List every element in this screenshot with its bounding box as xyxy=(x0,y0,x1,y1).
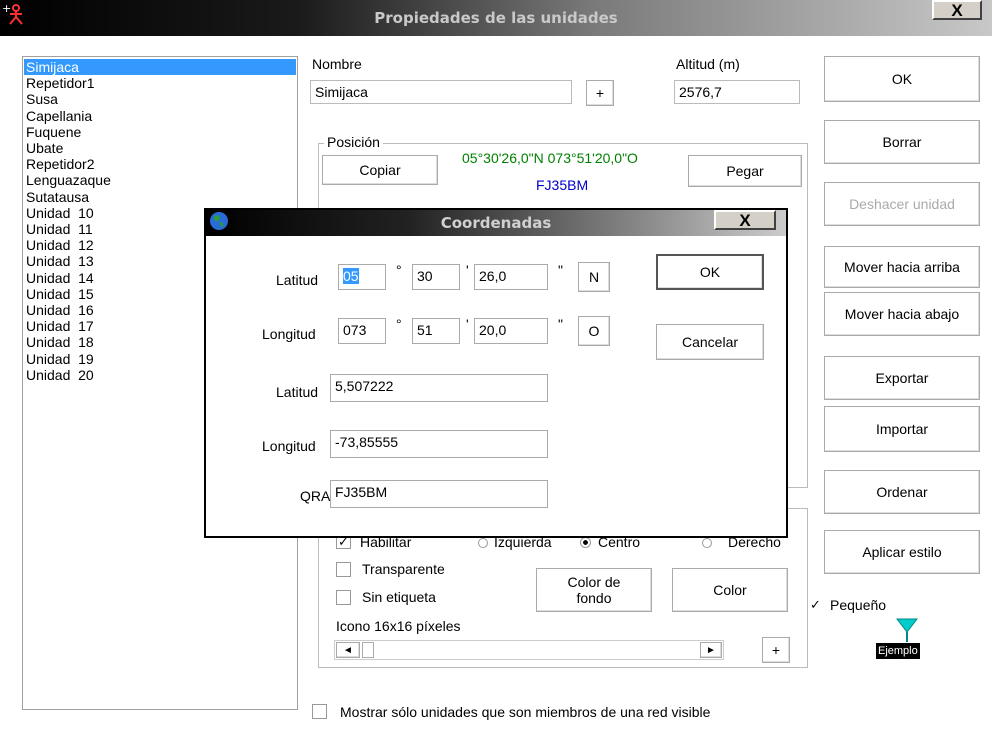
lat-sec-symbol: " xyxy=(558,262,563,278)
nombre-input[interactable]: Simijaca xyxy=(310,80,572,104)
sin-etiqueta-label: Sin etiqueta xyxy=(362,589,436,605)
lat-sec-input[interactable]: 26,0 xyxy=(474,264,548,290)
scroll-right-button[interactable]: ► xyxy=(700,642,722,658)
lon-deg-input[interactable]: 073 xyxy=(338,318,386,344)
icono-scrollbar[interactable] xyxy=(334,640,724,660)
lat-deg-input[interactable]: 05 xyxy=(338,264,386,290)
derecho-radio[interactable] xyxy=(702,538,712,548)
lon-min-input[interactable]: 51 xyxy=(412,318,460,344)
lat-hemisphere-button[interactable]: N xyxy=(578,262,610,292)
dialog-cancel-button[interactable]: Cancelar xyxy=(656,324,764,360)
lat-deg-symbol: ° xyxy=(396,262,402,278)
deshacer-unidad-button[interactable]: Deshacer unidad xyxy=(824,182,980,226)
ordenar-button[interactable]: Ordenar xyxy=(824,470,980,514)
color-button[interactable]: Color xyxy=(672,568,788,612)
list-item[interactable]: Unidad 12 xyxy=(24,237,94,253)
centro-radio[interactable] xyxy=(580,537,591,548)
list-item[interactable]: Sutatausa xyxy=(24,189,89,205)
altitud-input[interactable]: 2576,7 xyxy=(674,80,800,104)
window-title: Propiedades de las unidades xyxy=(374,9,618,27)
dialog-title: Coordenadas xyxy=(440,214,552,232)
list-item[interactable]: Lenguazaque xyxy=(24,172,111,188)
list-item[interactable]: Unidad 11 xyxy=(24,221,93,237)
list-item[interactable]: Susa xyxy=(24,91,58,107)
dialog-ok-button[interactable]: OK xyxy=(656,254,764,290)
list-item[interactable]: Unidad 19 xyxy=(24,351,94,367)
copiar-button[interactable]: Copiar xyxy=(322,155,438,185)
mover-arriba-button[interactable]: Mover hacia arriba xyxy=(824,246,980,288)
borrar-button[interactable]: Borrar xyxy=(824,120,980,164)
posicion-label: Posición xyxy=(324,134,383,150)
nombre-label: Nombre xyxy=(312,56,362,72)
list-item[interactable]: Unidad 18 xyxy=(24,334,94,350)
lat-min-input[interactable]: 30 xyxy=(412,264,460,290)
qra-label: QRA xyxy=(300,488,331,504)
qra-input[interactable]: FJ35BM xyxy=(330,480,548,508)
list-item[interactable]: Unidad 17 xyxy=(24,318,94,334)
izquierda-radio[interactable] xyxy=(478,538,488,548)
mover-abajo-button[interactable]: Mover hacia abajo xyxy=(824,292,980,336)
exportar-button[interactable]: Exportar xyxy=(824,356,980,400)
list-item[interactable]: Fuquene xyxy=(24,124,81,140)
list-item[interactable]: Unidad 16 xyxy=(24,302,94,318)
dialog-longitud-label: Longitud xyxy=(262,326,316,342)
scroll-left-button[interactable]: ◄ xyxy=(336,642,360,658)
icono-plus-button[interactable]: + xyxy=(762,637,790,663)
ejemplo-label: Ejemplo xyxy=(876,643,920,659)
transparente-label: Transparente xyxy=(362,561,445,577)
list-item[interactable]: Repetidor2 xyxy=(24,156,95,172)
list-item[interactable]: Unidad 10 xyxy=(24,205,94,221)
lon-deg-symbol: ° xyxy=(396,316,402,332)
window-close-button[interactable]: X xyxy=(932,0,982,20)
transparente-checkbox[interactable] xyxy=(336,562,351,577)
list-item[interactable]: Repetidor1 xyxy=(24,75,95,91)
color-fondo-button[interactable]: Color de fondo xyxy=(536,568,652,612)
lat-min-symbol: ' xyxy=(466,262,469,278)
lon-sec-symbol: " xyxy=(558,316,563,332)
pequeno-label: Pequeño xyxy=(830,597,887,613)
importar-button[interactable]: Importar xyxy=(824,406,980,452)
list-item[interactable]: Capellania xyxy=(24,108,92,124)
qra-text: FJ35BM xyxy=(536,177,589,193)
mostrar-label: Mostrar sólo unidades que son miembros d… xyxy=(340,704,711,720)
scroll-thumb[interactable] xyxy=(362,642,374,658)
globe-icon xyxy=(208,210,230,232)
list-item[interactable]: Unidad 14 xyxy=(24,270,94,286)
lon-sec-input[interactable]: 20,0 xyxy=(474,318,548,344)
lon-decimal-input[interactable]: -73,85555 xyxy=(330,430,548,458)
dialog-close-button[interactable]: X xyxy=(714,210,776,230)
aplicar-estilo-button[interactable]: Aplicar estilo xyxy=(824,530,980,574)
lat-decimal-label: Latitud xyxy=(276,384,319,400)
dialog-latitud-label: Latitud xyxy=(276,272,319,288)
list-item[interactable]: Simijaca xyxy=(24,59,296,75)
pequeno-checkbox[interactable]: ✓ xyxy=(808,598,823,613)
marker-icon xyxy=(895,618,919,642)
sin-etiqueta-checkbox[interactable] xyxy=(336,590,351,605)
altitud-label: Altitud (m) xyxy=(676,56,740,72)
ok-button[interactable]: OK xyxy=(824,56,980,102)
lon-min-symbol: ' xyxy=(466,316,469,332)
list-item[interactable]: Unidad 15 xyxy=(24,286,94,302)
list-item[interactable]: Unidad 20 xyxy=(24,367,94,383)
pegar-button[interactable]: Pegar xyxy=(688,155,802,187)
list-item[interactable]: Unidad 13 xyxy=(24,253,94,269)
mostrar-checkbox[interactable] xyxy=(312,704,327,719)
lon-hemisphere-button[interactable]: O xyxy=(578,316,610,346)
nombre-plus-button[interactable]: + xyxy=(586,80,614,106)
list-item[interactable]: Ubate xyxy=(24,140,63,156)
coords-text: 05°30'26,0"N 073°51'20,0"O xyxy=(462,150,638,166)
icono-label: Icono 16x16 píxeles xyxy=(336,618,461,634)
color-fondo-label-line1: Color de xyxy=(567,574,621,590)
lat-decimal-input[interactable]: 5,507222 xyxy=(330,374,548,402)
lon-decimal-label: Longitud xyxy=(262,438,316,454)
color-fondo-label-line2: fondo xyxy=(576,590,612,606)
lat-deg-value: 05 xyxy=(343,268,359,284)
